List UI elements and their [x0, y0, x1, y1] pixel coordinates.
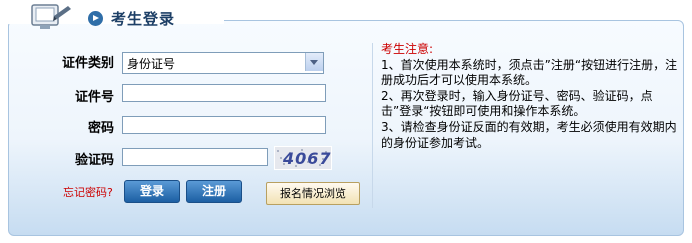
captcha-image[interactable]: 4067 [274, 146, 332, 170]
page-title: 考生登录 [111, 10, 176, 28]
notice-box: 考生注意: 1、首次使用本系统时，须点击”注册“按钮进行注册，注册成功后才可以使… [381, 42, 681, 151]
id-type-select[interactable]: 身份证号 [122, 52, 324, 74]
register-button[interactable]: 注册 [186, 180, 242, 203]
forgot-password-link[interactable]: 忘记密码? [63, 184, 113, 200]
arrow-right-icon [88, 11, 103, 26]
password-label: 密码 [87, 121, 114, 136]
login-button[interactable]: 登录 [124, 180, 180, 203]
captcha-text: 4067 [283, 149, 332, 168]
chevron-down-icon[interactable] [305, 53, 323, 71]
notice-item: 3、请检查身份证反面的有效期，考生必须使用有效期内的身份证参加考试。 [381, 119, 677, 150]
captcha-label: 验证码 [74, 153, 114, 168]
id-type-label: 证件类别 [61, 56, 114, 71]
notice-title: 考生注意: [381, 42, 434, 56]
computer-icon [31, 4, 71, 29]
notice-item: 2、再次登录时，输入身份证号、密码、验证码，点击”登录“按钮即可使用和操作本系统… [381, 88, 653, 119]
captcha-input[interactable] [122, 148, 268, 166]
id-type-selected: 身份证号 [127, 57, 176, 71]
id-number-input[interactable] [122, 84, 326, 102]
browse-status-button[interactable]: 报名情况浏览 [266, 182, 360, 205]
password-input[interactable] [122, 116, 326, 134]
notice-item: 1、首次使用本系统时，须点击”注册“按钮进行注册，注册成功后才可以使用本系统。 [381, 57, 678, 88]
divider [372, 43, 373, 208]
id-number-label: 证件号 [74, 90, 114, 105]
